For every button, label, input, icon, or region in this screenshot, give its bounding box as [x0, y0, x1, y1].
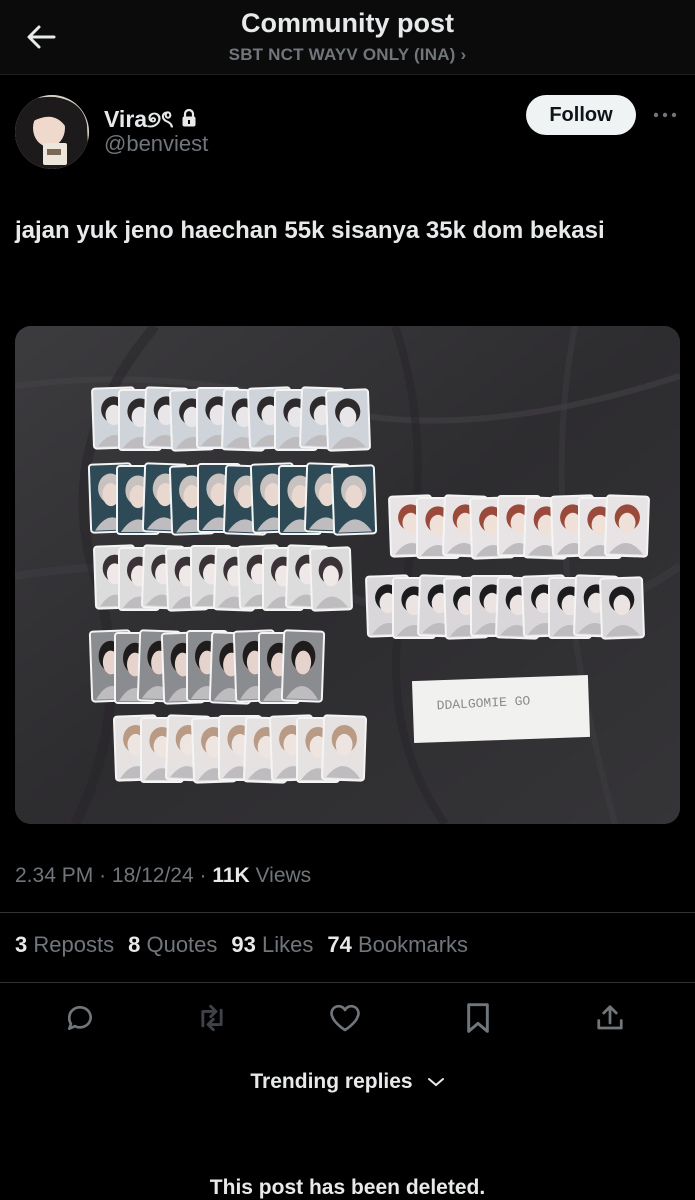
photocard	[280, 629, 326, 703]
views-label: Views	[255, 864, 312, 887]
deleted-reply-notice: This post has been deleted.	[209, 1176, 486, 1199]
quotes-stat[interactable]: 8 Quotes	[128, 932, 217, 958]
avatar[interactable]	[15, 95, 89, 169]
meta-dot: ·	[99, 864, 112, 887]
divider	[0, 912, 695, 913]
post-date: 18/12/24	[111, 864, 194, 887]
meta-dot: ·	[199, 864, 213, 887]
author-handle[interactable]: @benviest	[104, 131, 208, 157]
engagement-stats: 3 Reposts 8 Quotes 93 Likes 74 Bookmarks	[15, 932, 468, 958]
bookmarks-stat[interactable]: 74 Bookmarks	[327, 932, 468, 958]
likes-stat[interactable]: 93 Likes	[231, 932, 313, 958]
reposts-stat[interactable]: 3 Reposts	[15, 932, 114, 958]
like-icon[interactable]	[327, 1000, 363, 1036]
share-icon[interactable]	[592, 1000, 628, 1036]
photocard	[599, 576, 645, 640]
photocard	[604, 494, 650, 558]
post-time: 2.34 PM	[15, 864, 94, 887]
divider	[0, 982, 695, 983]
bookmark-icon[interactable]	[460, 1000, 496, 1036]
page-title: Community post	[241, 8, 454, 38]
envelope: DDALGOMIE GO	[411, 674, 591, 744]
more-options-icon[interactable]	[650, 100, 680, 130]
repost-icon[interactable]	[194, 1000, 230, 1036]
follow-button[interactable]: Follow	[526, 95, 636, 135]
post-image[interactable]: DDALGOMIE GO	[15, 326, 680, 824]
post-meta: 2.34 PM · 18/12/24 · 11K Views	[15, 864, 311, 888]
post-text: jajan yuk jeno haechan 55k sisanya 35k d…	[15, 217, 605, 244]
chevron-down-icon	[427, 1070, 445, 1094]
community-link[interactable]: SBT NCT WAYV ONLY (INA) ›	[0, 45, 695, 65]
lock-icon	[181, 107, 197, 134]
reply-icon[interactable]	[62, 1000, 98, 1036]
trending-replies-label[interactable]: Trending replies	[250, 1070, 412, 1094]
photocard	[309, 546, 353, 612]
views-count: 11K	[212, 864, 250, 887]
photocard	[320, 714, 368, 782]
photocard	[325, 388, 371, 452]
trending-replies-dropdown[interactable]: Trending replies	[0, 1070, 695, 1094]
photocard	[330, 464, 378, 536]
